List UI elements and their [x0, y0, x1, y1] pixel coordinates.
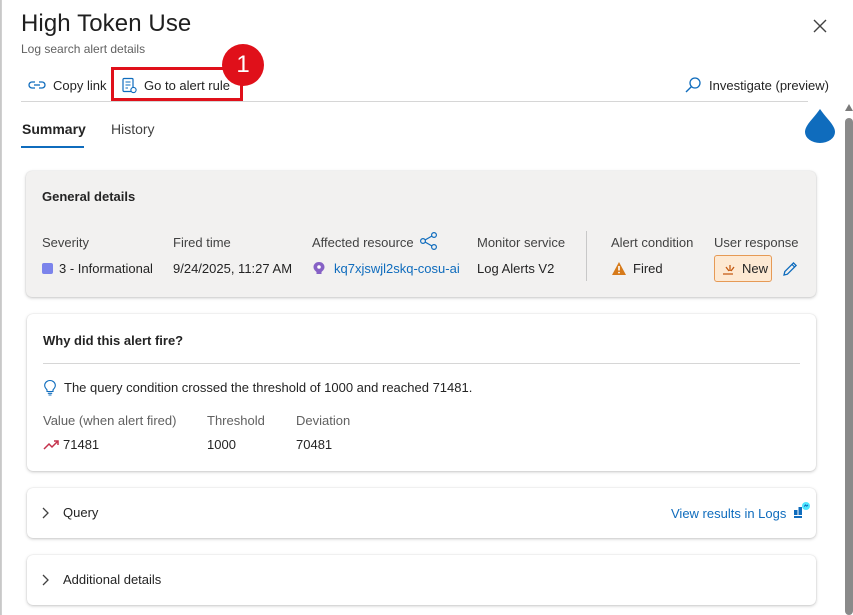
selected-tab-indicator: [21, 146, 84, 148]
general-details-card: General details Severity 3 - Information…: [26, 171, 816, 297]
water-drop-icon: [805, 109, 835, 143]
scroll-up-arrow[interactable]: [845, 104, 853, 111]
new-sparkle-icon: [723, 264, 735, 275]
link-icon: [28, 81, 46, 89]
trending-up-icon: [43, 439, 59, 450]
why-alert-fired-card: Why did this alert fire? The query condi…: [27, 314, 816, 471]
user-response-label: User response: [714, 235, 799, 250]
chevron-right-icon: [42, 507, 49, 518]
query-card: Query View results in Logs: [27, 488, 816, 538]
query-label: Query: [63, 505, 99, 520]
log-analytics-icon: [794, 501, 811, 518]
affected-resource-label: Affected resource: [312, 235, 414, 250]
tab-summary[interactable]: Summary: [22, 121, 86, 137]
why-message: The query condition crossed the threshol…: [64, 380, 473, 395]
toolbar-divider: [21, 101, 808, 102]
fired-time-value: 9/24/2025, 11:27 AM: [173, 261, 293, 276]
column-divider: [586, 231, 587, 281]
why-message-row: The query condition crossed the threshol…: [43, 379, 472, 396]
additional-details-card: Additional details: [27, 555, 816, 605]
share-icon[interactable]: [419, 232, 439, 250]
general-details-title: General details: [42, 189, 136, 204]
user-response-badge[interactable]: New: [714, 255, 772, 282]
panel-title: High Token Use: [21, 10, 192, 37]
alert-condition-text: Fired: [633, 261, 663, 276]
tab-history[interactable]: History: [111, 121, 155, 137]
warning-icon: [612, 262, 626, 275]
edit-pencil-icon[interactable]: [781, 260, 799, 278]
deviation-label: Deviation: [296, 413, 351, 428]
view-results-in-logs-link[interactable]: View results in Logs: [671, 501, 811, 521]
panel-subtitle: Log search alert details: [21, 42, 146, 56]
chevron-right-icon: [42, 574, 49, 585]
query-expander[interactable]: Query: [41, 505, 98, 520]
callout-badge: 1: [222, 44, 264, 86]
fired-time-label: Fired time: [173, 235, 231, 250]
view-results-label: View results in Logs: [671, 506, 787, 521]
why-alert-fired-title: Why did this alert fire?: [43, 333, 184, 348]
severity-value: 3 - Informational: [42, 261, 153, 276]
additional-details-expander[interactable]: Additional details: [41, 572, 161, 587]
alert-condition-label: Alert condition: [611, 235, 694, 250]
value-label: Value (when alert fired): [43, 413, 177, 428]
affected-resource-label-row: Affected resource: [312, 232, 439, 250]
ai-resource-icon: [313, 262, 325, 274]
additional-details-label: Additional details: [63, 572, 162, 587]
affected-resource-link[interactable]: kq7xjswjl2skq-cosu-ai: [334, 261, 460, 276]
value-metric-text: 71481: [63, 437, 100, 452]
deviation-value: 70481: [296, 437, 333, 452]
alert-condition-value: Fired: [611, 261, 663, 276]
investigate-label: Investigate (preview): [709, 77, 829, 93]
close-button[interactable]: [808, 14, 832, 38]
scrollbar-thumb[interactable]: [845, 118, 853, 615]
affected-resource-value[interactable]: kq7xjswjl2skq-cosu-ai: [312, 261, 460, 276]
search-icon: [685, 77, 701, 93]
severity-color-square: [42, 263, 53, 274]
threshold-value: 1000: [207, 437, 236, 452]
severity-text: 3 - Informational: [59, 261, 153, 276]
copy-link-button[interactable]: Copy link: [28, 72, 106, 98]
copy-link-label: Copy link: [53, 77, 107, 93]
monitor-service-value: Log Alerts V2: [477, 261, 555, 276]
close-icon: [813, 19, 827, 33]
monitor-service-label: Monitor service: [477, 235, 566, 250]
severity-label: Severity: [42, 235, 89, 250]
why-divider: [43, 363, 800, 364]
investigate-button[interactable]: Investigate (preview): [684, 72, 829, 98]
value-metric: 71481: [43, 437, 99, 452]
threshold-label: Threshold: [207, 413, 265, 428]
user-response-text: New: [742, 261, 769, 276]
lightbulb-icon: [44, 379, 56, 396]
